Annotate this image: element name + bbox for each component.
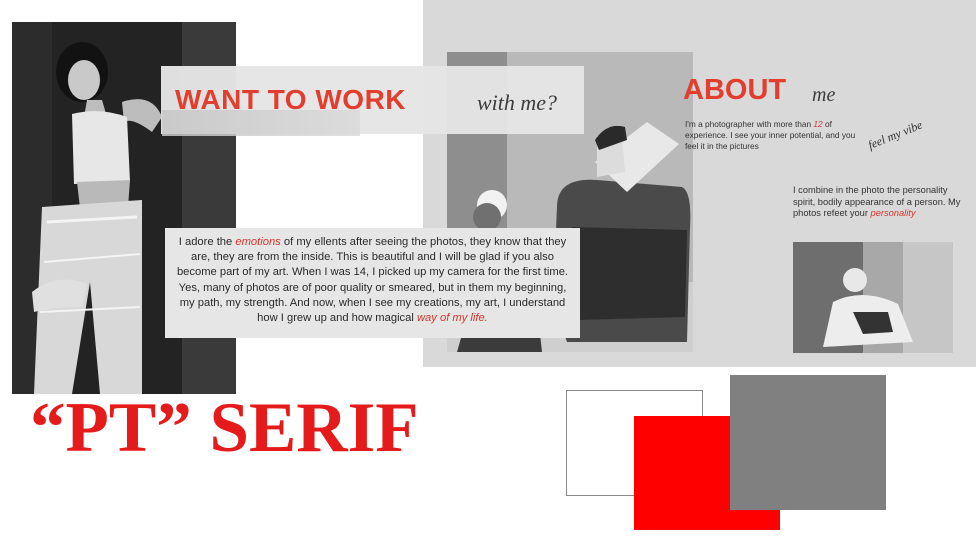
paragraph-text: I adore the (178, 236, 236, 248)
sitting-woman-photo (793, 242, 953, 353)
want-to-work-heading: WANT TO WORK (175, 84, 407, 115)
font-name-title: “PT” SERIF (30, 389, 419, 467)
with-me-subtitle: with me? (477, 90, 558, 115)
paragraph-text: of my ellents after seeing the photos, t… (176, 236, 569, 325)
about-intro-text: I'm a photographer with more than 12 of … (685, 119, 860, 152)
intro-text: I'm a photographer with more than (685, 119, 814, 129)
about-paragraph: I adore the emotions of my ellents after… (172, 235, 573, 326)
about-detail-text: I combine in the photo the personality s… (793, 185, 963, 220)
about-heading: ABOUT (683, 74, 787, 106)
gray-swatch (730, 375, 886, 510)
way-of-life-highlight: way of my life. (416, 312, 488, 325)
emotions-highlight: emotions (235, 236, 281, 248)
years-number: 12 (813, 119, 823, 129)
personality-highlight: personality (870, 208, 916, 219)
about-me-subtitle: me (812, 84, 836, 106)
